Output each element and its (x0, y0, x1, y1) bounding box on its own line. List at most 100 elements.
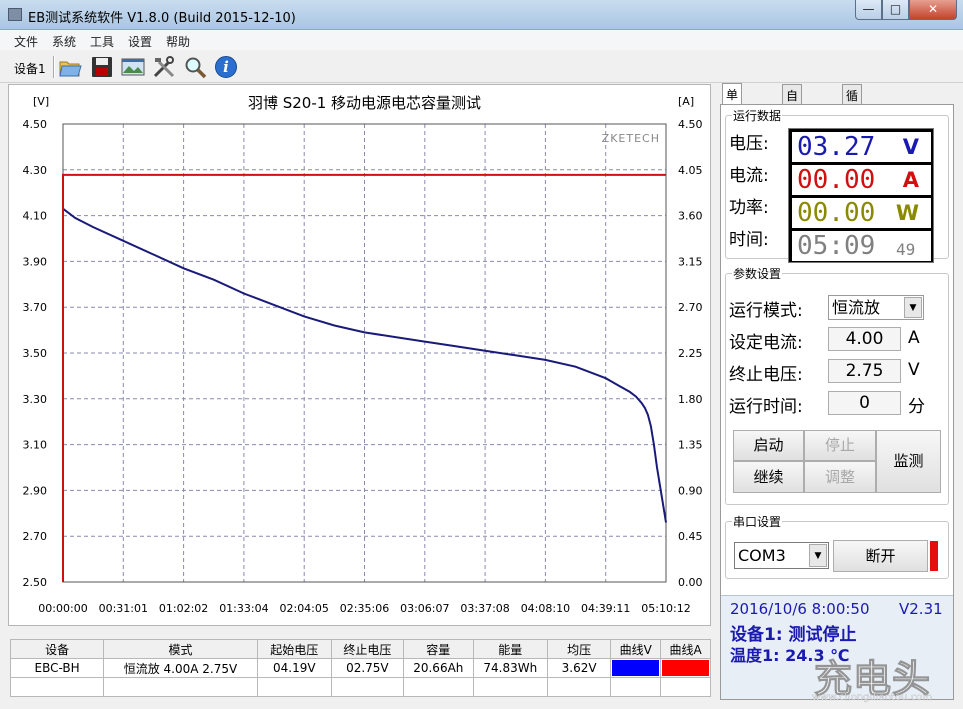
x-tick-label: 01:33:04 (219, 602, 268, 615)
stop-button[interactable]: 停止 (804, 430, 876, 461)
chevron-down-icon[interactable]: ▼ (904, 297, 922, 318)
chart-image-icon[interactable] (121, 55, 145, 79)
time-seconds: 49 (896, 240, 916, 259)
status-version: V2.31 (899, 600, 943, 618)
x-tick-label: 05:10:12 (641, 602, 690, 615)
close-button[interactable]: ✕ (909, 0, 957, 20)
maximize-button[interactable]: □ (882, 0, 909, 20)
device-tab[interactable]: 设备1 (14, 60, 46, 77)
y-left-tick-label: 4.10 (23, 210, 48, 223)
connection-indicator (930, 541, 938, 571)
y-right-tick-label: 1.35 (678, 439, 703, 452)
run-data-group: 运行数据 电压: 电流: 功率: 时间: 03.27 V 00.00 A 00.… (725, 107, 949, 263)
chevron-down-icon[interactable]: ▼ (809, 544, 827, 567)
table-row[interactable]: EBC-BH 恒流放 4.00A 2.75V 04.19V 02.75V 20.… (9, 658, 711, 678)
tools-icon[interactable] (152, 55, 176, 79)
curve-a-color[interactable] (660, 658, 711, 678)
lcd-display: 03.27 V 00.00 A 00.00 W 05:09 49 (788, 128, 934, 263)
voltage-unit: V (902, 135, 919, 159)
voltage-value: 03.27 (797, 132, 876, 162)
tab-auto-test[interactable]: 自动测试 (782, 84, 803, 154)
y-right-tick-label: 4.05 (678, 164, 703, 177)
adjust-button[interactable]: 调整 (804, 461, 876, 493)
voltage-label: 电压: (729, 134, 769, 154)
runtime-field[interactable]: 0 (828, 391, 901, 415)
start-button[interactable]: 启动 (733, 430, 804, 461)
app-icon (8, 8, 22, 21)
cutoff-voltage-field[interactable]: 2.75 (828, 359, 901, 383)
toolbar-separator (53, 56, 55, 78)
continue-button[interactable]: 继续 (733, 461, 804, 493)
table-row (9, 677, 711, 697)
cutoff-voltage-unit: V (908, 360, 920, 380)
x-tick-label: 03:06:07 (400, 602, 449, 615)
x-tick-label: 04:08:10 (521, 602, 570, 615)
serial-group: 串口设置 COM3 ▼ 断开 (725, 513, 949, 579)
column-header: 曲线V (610, 639, 662, 659)
save-icon[interactable] (90, 55, 114, 79)
column-header: 设备 (9, 639, 105, 659)
set-current-unit: A (908, 328, 920, 348)
mode-select[interactable]: 恒流放 ▼ (828, 295, 924, 320)
cutoff-voltage-label: 终止电压: (729, 365, 803, 385)
y-right-tick-label: 4.50 (678, 118, 703, 131)
x-tick-label: 02:35:06 (340, 602, 389, 615)
x-tick-label: 00:00:00 (38, 602, 87, 615)
open-folder-icon[interactable] (58, 55, 82, 79)
status-temperature: 温度1: 24.3 ℃ (730, 646, 850, 665)
menu-tools[interactable]: 工具 (90, 33, 114, 50)
params-title: 参数设置 (732, 265, 783, 282)
table-cell: 3.62V (546, 658, 612, 678)
toolbar: 设备1 i (0, 50, 963, 83)
results-table: 设备 模式 起始电压 终止电压 容量 能量 均压 曲线V 曲线A EBC-BH … (9, 639, 711, 697)
x-tick-label: 04:39:11 (581, 602, 630, 615)
runtime-unit: 分 (908, 397, 925, 417)
column-header: 起始电压 (256, 639, 332, 659)
tab-cycle-test[interactable]: 循环测试 (842, 84, 863, 154)
curve-v-color[interactable] (610, 658, 662, 678)
current-display: 00.00 A (792, 165, 931, 195)
table-cell: 恒流放 4.00A 2.75V (103, 658, 258, 678)
power-unit: W (895, 201, 919, 225)
menu-file[interactable]: 文件 (14, 33, 38, 50)
set-current-field[interactable]: 4.00 (828, 327, 901, 351)
y-right-tick-label: 3.15 (678, 255, 703, 268)
table-cell: 74.83Wh (472, 658, 548, 678)
table-cell: 02.75V (330, 658, 404, 678)
info-icon[interactable]: i (214, 55, 238, 79)
power-value: 00.00 (797, 198, 876, 228)
current-unit: A (902, 168, 919, 192)
y-right-tick-label: 0.00 (678, 576, 703, 589)
chart-panel: 羽博 S20-1 移动电源电芯容量测试 [V] [A] ZKETECH 4.50 4.30… (8, 84, 711, 626)
magnifier-icon[interactable] (183, 55, 207, 79)
disconnect-button[interactable]: 断开 (833, 540, 928, 572)
discharge-chart: 羽博 S20-1 移动电源电芯容量测试 [V] [A] ZKETECH 4.50 4.30… (23, 94, 703, 615)
run-data-title: 运行数据 (732, 107, 783, 124)
column-header: 终止电压 (330, 639, 404, 659)
minimize-button[interactable]: — (855, 0, 882, 20)
com-port-value: COM3 (738, 546, 786, 565)
y-left-tick-label: 3.30 (23, 393, 48, 406)
tab-single-test[interactable]: 单次测试 (722, 83, 743, 153)
com-port-select[interactable]: COM3 ▼ (734, 542, 829, 569)
monitor-button[interactable]: 监测 (876, 430, 941, 493)
column-header: 能量 (472, 639, 548, 659)
time-label: 时间: (729, 230, 769, 250)
y-right-tick-label: 0.90 (678, 484, 703, 497)
y-left-tick-label: 3.50 (23, 347, 48, 360)
x-tick-label: 01:02:02 (159, 602, 208, 615)
params-group: 参数设置 运行模式: 恒流放 ▼ 设定电流: 4.00 A 终止电压: 2.75… (725, 265, 949, 505)
column-header: 均压 (546, 639, 612, 659)
y-right-tick-label: 2.25 (678, 347, 703, 360)
y-left-unit: [V] (33, 95, 49, 108)
time-display: 05:09 49 (792, 231, 931, 261)
y-left-tick-label: 4.30 (23, 164, 48, 177)
column-header: 模式 (103, 639, 258, 659)
y-left-tick-label: 2.70 (23, 530, 48, 543)
current-value: 00.00 (797, 165, 876, 195)
menu-settings[interactable]: 设置 (128, 33, 152, 50)
menu-system[interactable]: 系统 (52, 33, 76, 50)
power-display: 00.00 W (792, 198, 931, 228)
table-cell: EBC-BH (9, 658, 105, 678)
menu-help[interactable]: 帮助 (166, 33, 190, 50)
